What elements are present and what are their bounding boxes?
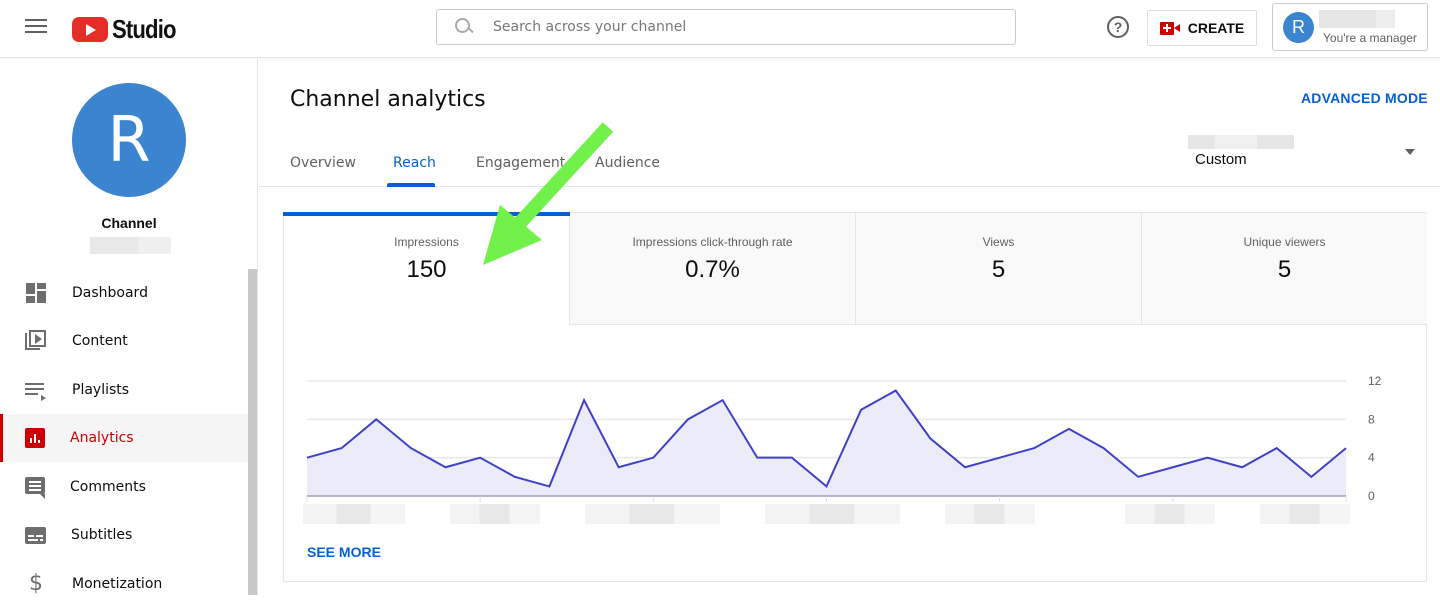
x-tick-label-redacted — [765, 504, 900, 524]
x-tick-label-redacted — [1260, 504, 1350, 524]
y-tick-label: 4 — [1368, 451, 1375, 465]
impressions-chart: 0 4 8 12 — [306, 374, 1382, 503]
x-tick-label-redacted — [945, 504, 1035, 524]
see-more-link[interactable]: SEE MORE — [307, 544, 381, 560]
x-tick-label-redacted — [1125, 504, 1215, 524]
y-tick-label: 0 — [1368, 489, 1375, 503]
x-tick-label-redacted — [585, 504, 720, 524]
area-fill — [307, 390, 1346, 496]
x-tick-label-redacted — [303, 504, 405, 524]
x-tick-label-redacted — [450, 504, 540, 524]
y-tick-label: 8 — [1368, 412, 1375, 426]
y-tick-label: 12 — [1368, 374, 1382, 388]
